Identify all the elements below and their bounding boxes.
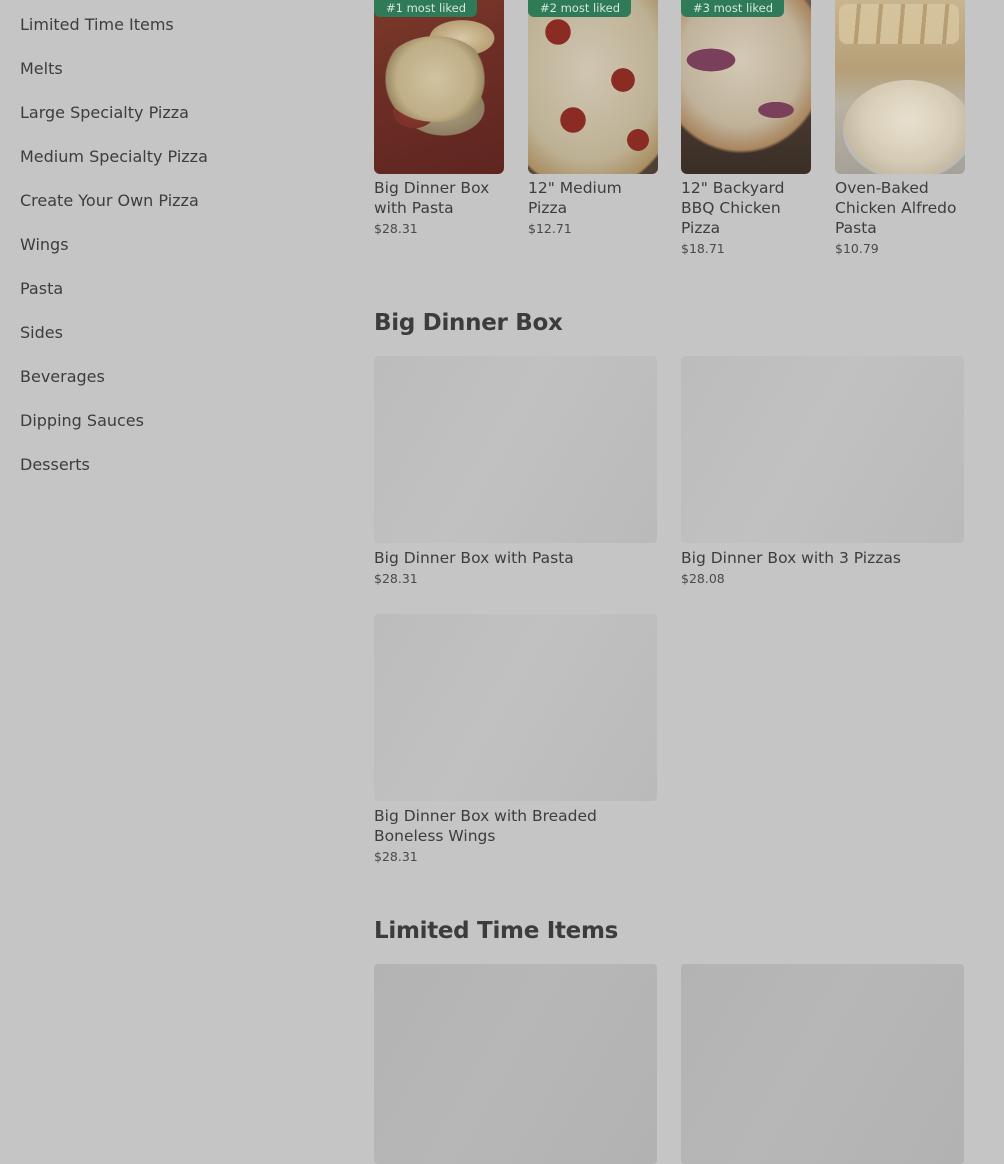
item-price: $28.08 <box>681 571 725 586</box>
sidebar-item-large-specialty-pizza[interactable]: Large Specialty Pizza <box>20 102 189 124</box>
most-liked-card[interactable]: Oven-Baked Chicken Alfredo Pasta $10.79 <box>835 0 965 257</box>
menu-content: #1 most liked Big Dinner Box with Pasta … <box>374 0 965 1164</box>
sidebar-item-medium-specialty-pizza[interactable]: Medium Specialty Pizza <box>20 146 208 168</box>
item-image: #1 most liked <box>374 0 504 174</box>
item-image-placeholder <box>374 614 657 801</box>
most-liked-badge: #3 most liked <box>681 0 785 17</box>
item-price: $28.31 <box>374 221 418 236</box>
item-price: $18.71 <box>681 241 725 256</box>
section-title-big-dinner-box: Big Dinner Box <box>374 310 563 336</box>
item-image-placeholder <box>374 964 657 1164</box>
sidebar-item-limited-time-items[interactable]: Limited Time Items <box>20 14 174 36</box>
sidebar-item-beverages[interactable]: Beverages <box>20 366 105 388</box>
most-liked-badge: #1 most liked <box>374 0 478 17</box>
item-image <box>835 0 965 174</box>
item-image-placeholder <box>681 356 964 543</box>
most-liked-card[interactable]: #1 most liked Big Dinner Box with Pasta … <box>374 0 504 237</box>
sidebar-item-sides[interactable]: Sides <box>20 322 63 344</box>
item-name: Big Dinner Box with Breaded Boneless Win… <box>374 807 597 845</box>
most-liked-badge: #2 most liked <box>528 0 632 17</box>
item-name: 12" Backyard BBQ Chicken Pizza <box>681 179 785 237</box>
most-liked-card[interactable]: #2 most liked 12" Medium Pizza $12.71 <box>528 0 658 237</box>
item-image-placeholder <box>681 964 964 1164</box>
sidebar-item-desserts[interactable]: Desserts <box>20 454 90 476</box>
sidebar-item-wings[interactable]: Wings <box>20 234 69 256</box>
item-name: Big Dinner Box with Pasta <box>374 179 490 217</box>
item-name: Oven-Baked Chicken Alfredo Pasta <box>835 179 957 237</box>
item-name: Big Dinner Box with Pasta <box>374 549 574 567</box>
menu-item-card[interactable]: Big Dinner Box with Pasta $28.31 <box>374 356 657 587</box>
item-image: #2 most liked <box>528 0 658 174</box>
menu-item-card[interactable]: Big Dinner Box with Breaded Boneless Win… <box>374 614 657 865</box>
sidebar-item-dipping-sauces[interactable]: Dipping Sauces <box>20 410 144 432</box>
menu-item-card[interactable] <box>374 964 657 1164</box>
item-price: $28.31 <box>374 571 418 586</box>
menu-item-card[interactable]: Big Dinner Box with 3 Pizzas $28.08 <box>681 356 964 587</box>
item-price: $10.79 <box>835 241 879 256</box>
item-image: #3 most liked <box>681 0 811 174</box>
item-price: $28.31 <box>374 849 418 864</box>
sidebar-item-melts[interactable]: Melts <box>20 58 63 80</box>
item-name: 12" Medium Pizza <box>528 179 622 217</box>
item-name: Big Dinner Box with 3 Pizzas <box>681 549 901 567</box>
item-image-placeholder <box>374 356 657 543</box>
sidebar-item-pasta[interactable]: Pasta <box>20 278 63 300</box>
menu-item-card[interactable] <box>681 964 964 1164</box>
most-liked-card[interactable]: #3 most liked 12" Backyard BBQ Chicken P… <box>681 0 811 257</box>
sidebar-item-create-your-own-pizza[interactable]: Create Your Own Pizza <box>20 190 199 212</box>
item-price: $12.71 <box>528 221 572 236</box>
section-title-limited-time-items: Limited Time Items <box>374 918 619 944</box>
